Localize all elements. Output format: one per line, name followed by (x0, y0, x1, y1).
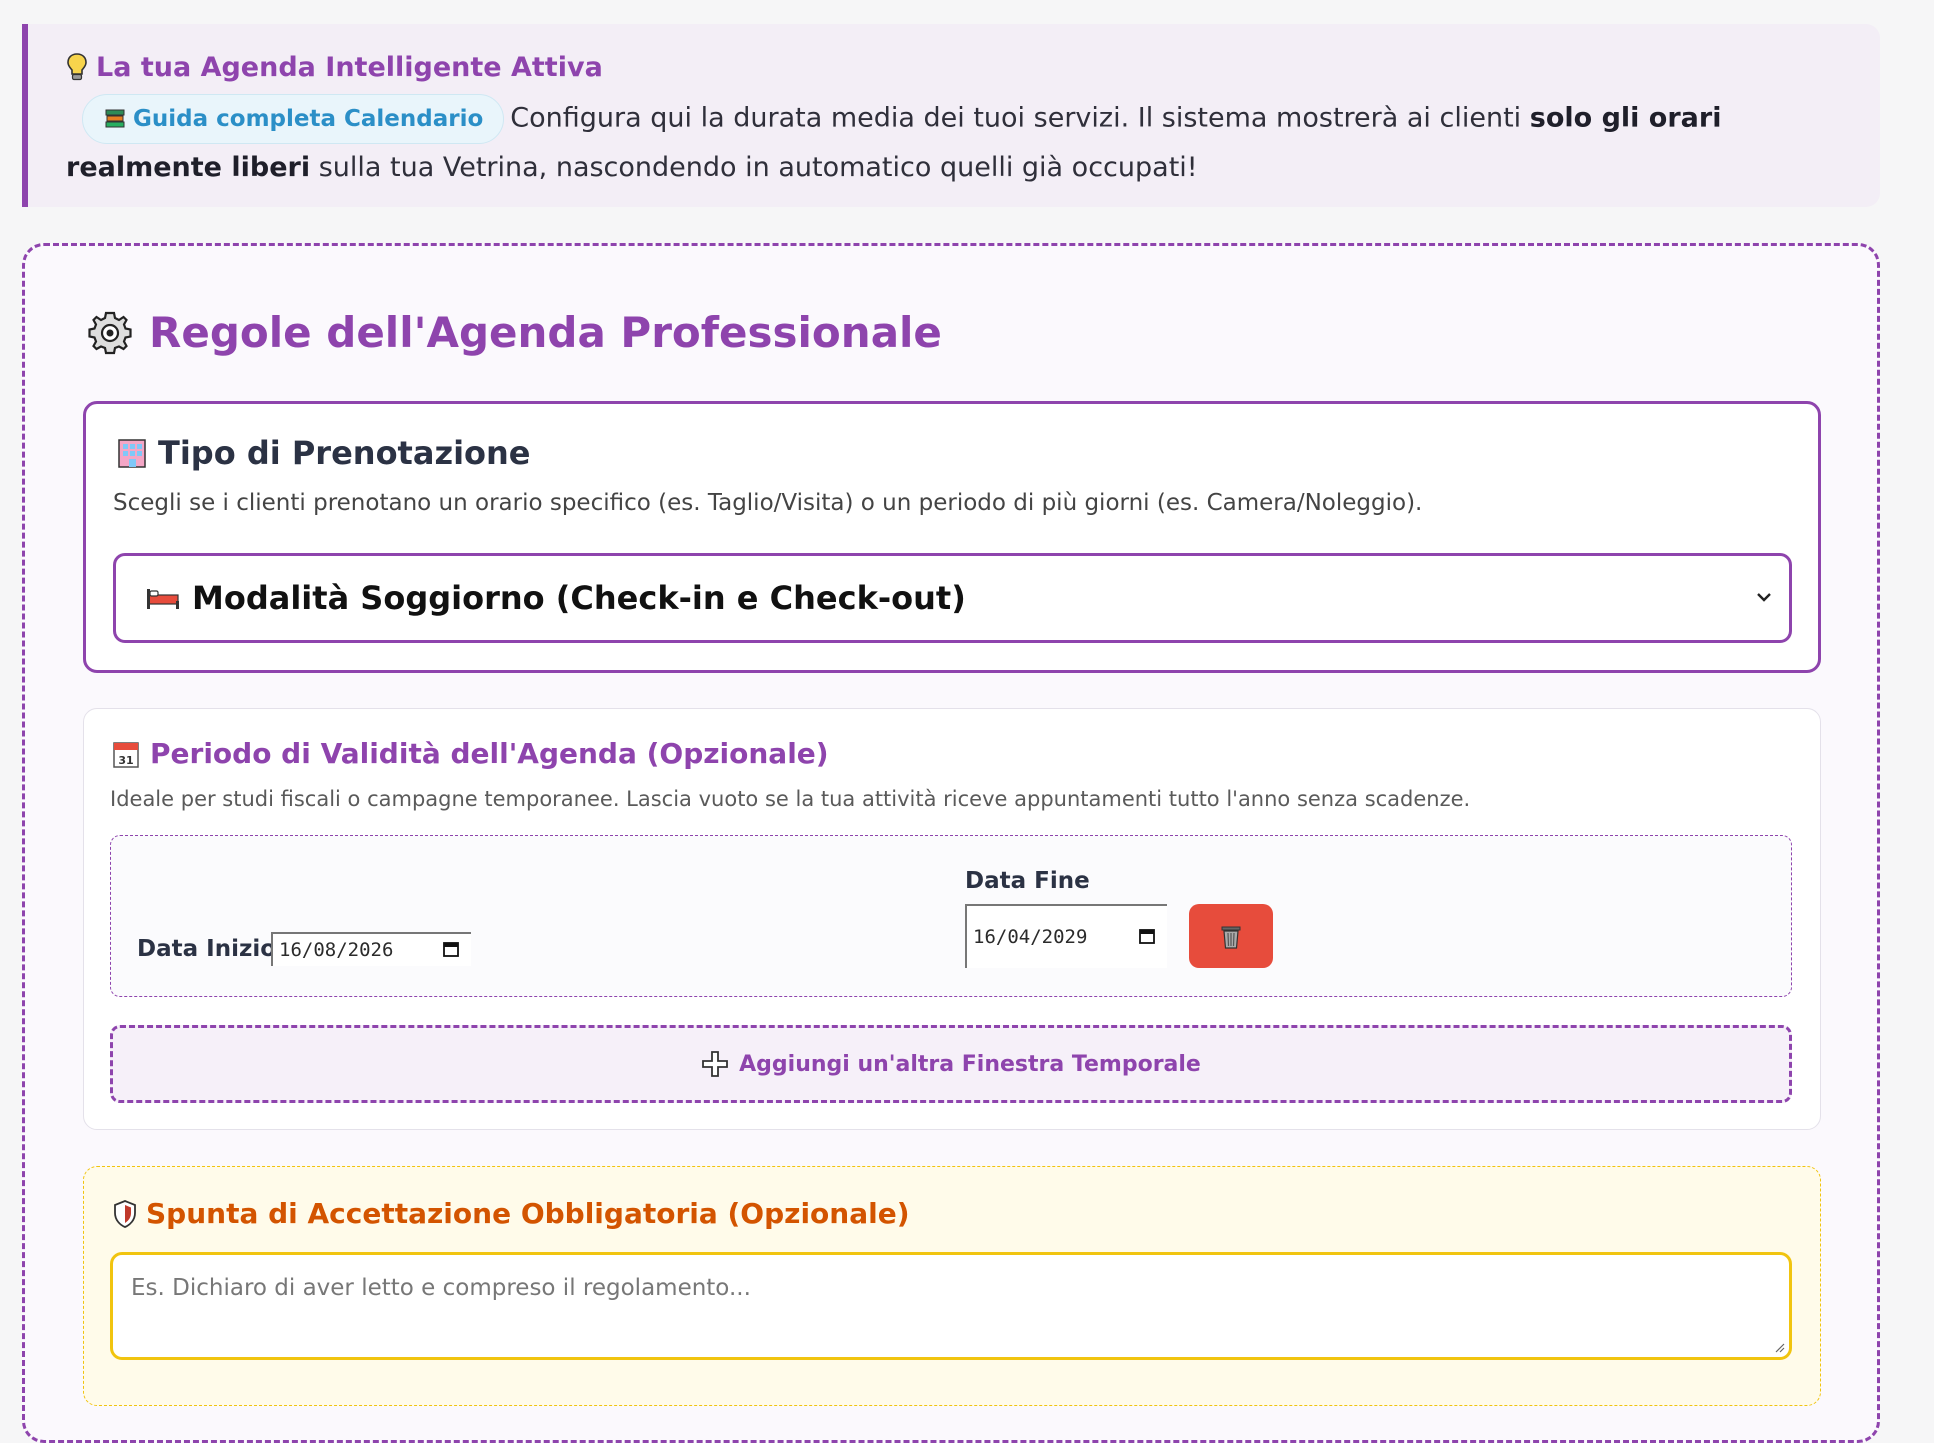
calendar-icon: 31 (113, 741, 139, 768)
validity-title-text: Periodo di Validità dell'Agenda (Opziona… (150, 737, 829, 770)
svg-text:31: 31 (118, 754, 133, 767)
banner-text: Guida completa Calendario Configura qui … (66, 94, 1850, 192)
booking-type-title-text: Tipo di Prenotazione (158, 434, 531, 472)
validity-period-section: 31 Periodo di Validità dell'Agenda (Opzi… (83, 708, 1821, 1130)
lightbulb-icon (67, 53, 87, 81)
acceptance-title-text: Spunta di Accettazione Obbligatoria (Opz… (146, 1197, 910, 1230)
calendar-picker-icon[interactable] (443, 941, 459, 957)
guide-calendar-link[interactable]: Guida completa Calendario (82, 94, 505, 144)
banner-title: La tua Agenda Intelligente Attiva (66, 50, 1850, 84)
booking-type-section: Tipo di Prenotazione Scegli se i clienti… (83, 401, 1821, 673)
end-date-input[interactable]: 16/04/2029 (965, 904, 1167, 968)
info-banner: La tua Agenda Intelligente Attiva Guida … (22, 24, 1880, 207)
acceptance-title: Spunta di Accettazione Obbligatoria (Opz… (112, 1197, 910, 1230)
shield-icon (114, 1199, 136, 1228)
rules-title: Regole dell'Agenda Professionale (87, 308, 942, 357)
booking-type-title: Tipo di Prenotazione (116, 434, 531, 472)
chevron-down-icon (1757, 593, 1771, 602)
bed-icon (147, 589, 179, 609)
trash-icon (1221, 926, 1241, 949)
banner-title-text: La tua Agenda Intelligente Attiva (96, 51, 603, 83)
delete-window-button[interactable] (1189, 904, 1273, 968)
start-date-input[interactable]: 16/08/2026 (271, 932, 471, 966)
start-date-value: 16/08/2026 (279, 939, 394, 961)
booking-type-description: Scegli se i clienti prenotano un orario … (113, 490, 1423, 516)
booking-mode-select[interactable]: Modalità Soggiorno (Check-in e Check-out… (113, 553, 1792, 643)
resize-handle-icon[interactable] (1773, 1341, 1785, 1353)
time-window: Data Inizio 16/08/2026 Data Fine 16/04/2… (110, 835, 1792, 997)
end-date-value: 16/04/2029 (973, 926, 1088, 948)
end-date-label: Data Fine (965, 868, 1090, 894)
hotel-icon (118, 439, 146, 468)
add-time-window-button[interactable]: Aggiungi un'altra Finestra Temporale (110, 1025, 1792, 1103)
add-window-label: Aggiungi un'altra Finestra Temporale (739, 1051, 1201, 1077)
banner-text-part2: sulla tua Vetrina, nascondendo in automa… (310, 152, 1198, 183)
validity-title: 31 Periodo di Validità dell'Agenda (Opzi… (112, 737, 829, 770)
gear-icon (88, 311, 132, 354)
start-date-label: Data Inizio (137, 936, 277, 962)
acceptance-section: Spunta di Accettazione Obbligatoria (Opz… (83, 1166, 1821, 1406)
booking-mode-selected: Modalità Soggiorno (Check-in e Check-out… (192, 579, 966, 617)
acceptance-placeholder: Es. Dichiaro di aver letto e compreso il… (131, 1275, 751, 1301)
guide-link-label: Guida completa Calendario (133, 106, 484, 132)
agenda-rules-card: Regole dell'Agenda Professionale Tipo di… (22, 243, 1880, 1443)
validity-description: Ideale per studi fiscali o campagne temp… (110, 787, 1471, 811)
calendar-picker-icon[interactable] (1139, 928, 1155, 944)
rules-title-text: Regole dell'Agenda Professionale (149, 308, 942, 357)
books-icon (105, 109, 125, 128)
acceptance-text-input[interactable]: Es. Dichiaro di aver letto e compreso il… (110, 1252, 1792, 1360)
banner-text-part1: Configura qui la durata media dei tuoi s… (510, 102, 1530, 134)
plus-icon (702, 1051, 729, 1077)
